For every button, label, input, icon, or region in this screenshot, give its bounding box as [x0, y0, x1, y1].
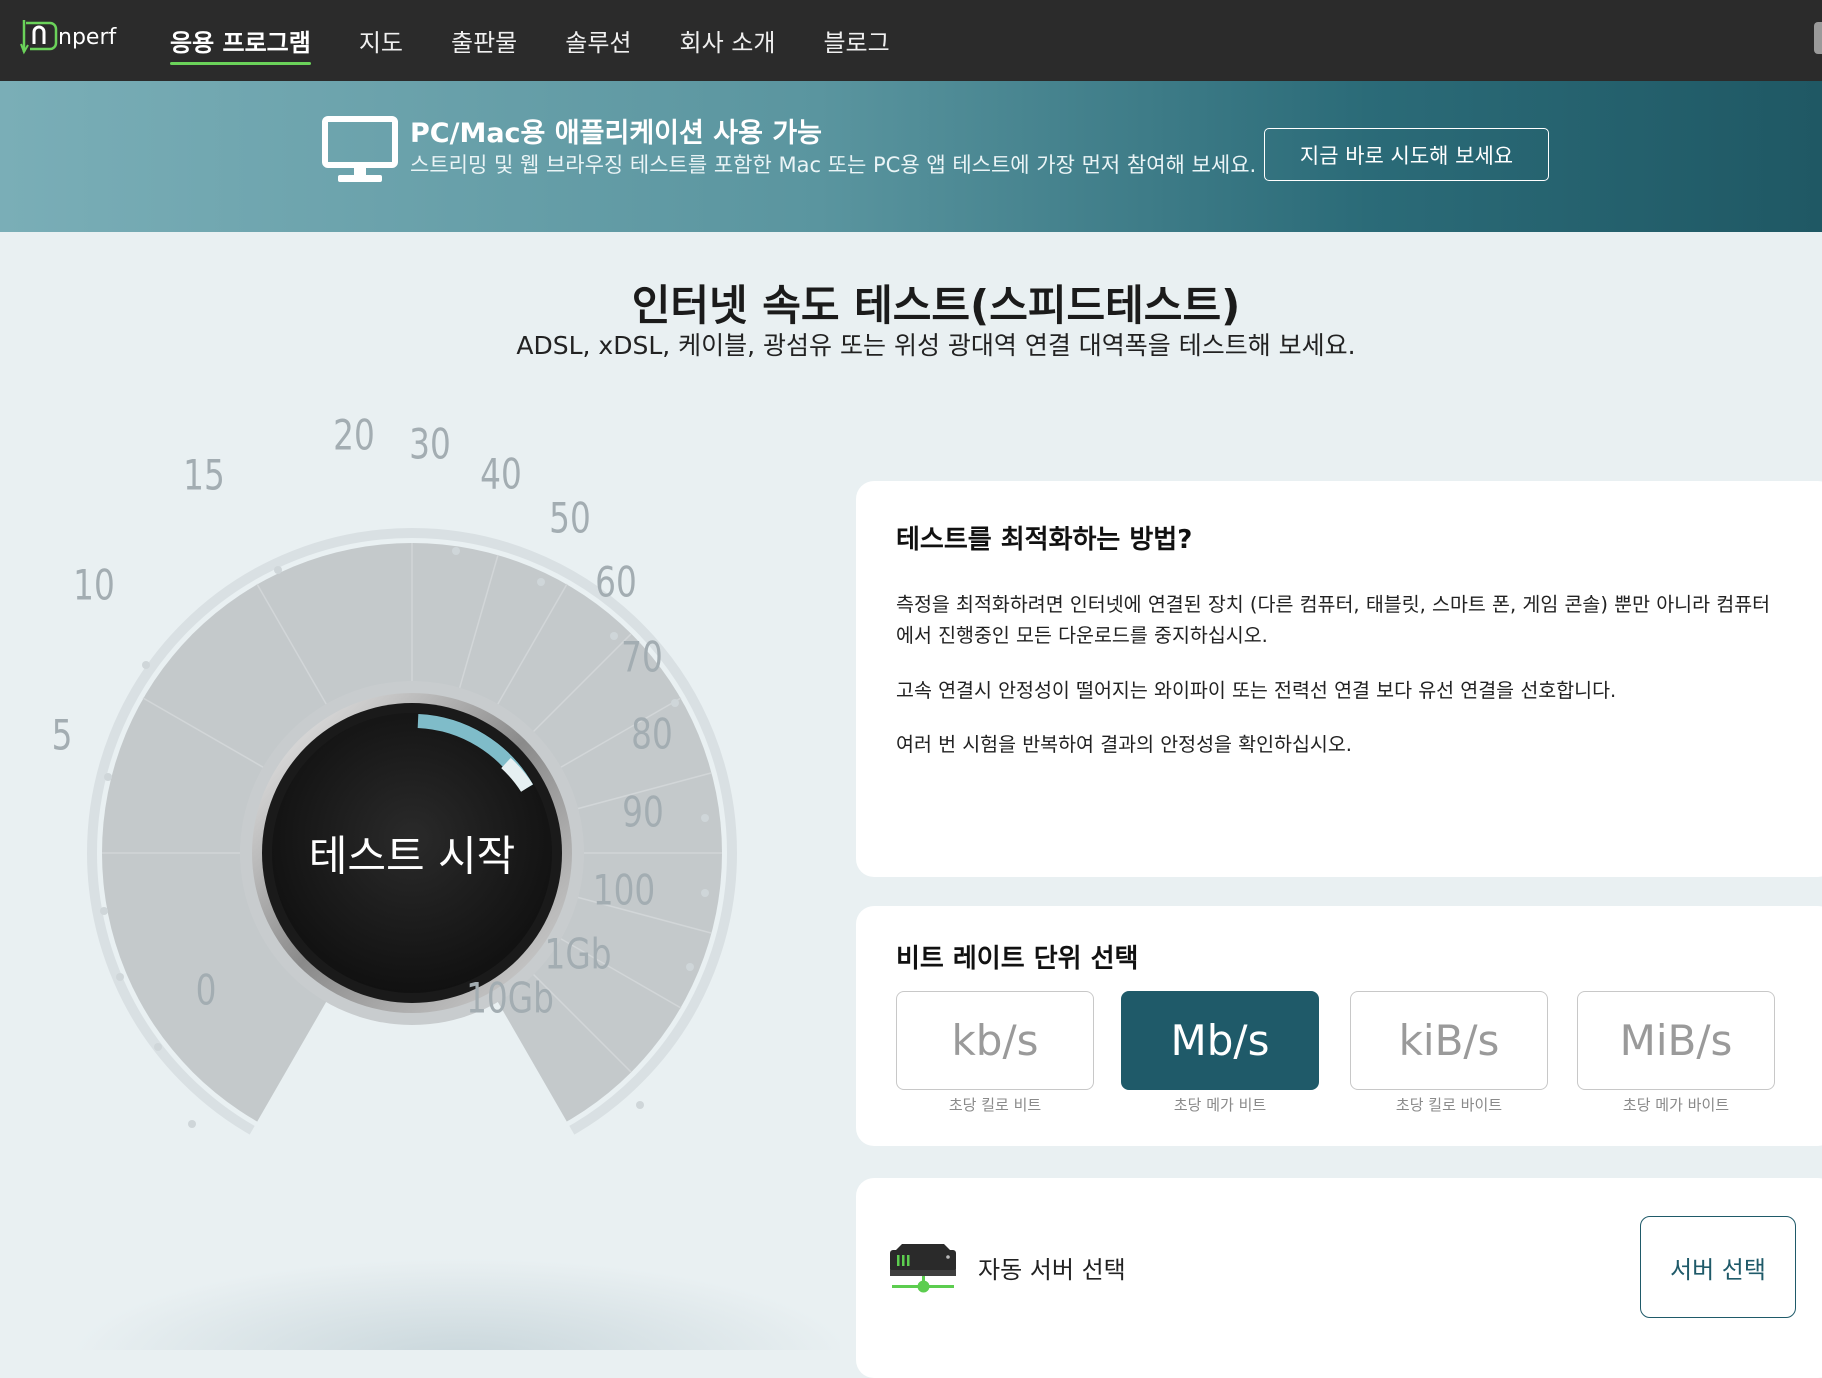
unit-option-kibps[interactable]: kiB/s [1350, 991, 1548, 1090]
tick-label-0: 0 [195, 965, 217, 1015]
nperf-logo[interactable]: nperf [20, 16, 132, 56]
bitrate-unit-card: 비트 레이트 단위 선택 kb/s 초당 킬로 비트 Mb/s 초당 메가 비트… [856, 906, 1822, 1146]
unit-caption-kibps: 초당 킬로 바이트 [1395, 1096, 1503, 1114]
top-navigation: nperf 응용 프로그램 지도 출판물 솔루션 회사 소개 블로그 [0, 0, 1822, 81]
unit-option-mbps[interactable]: Mb/s [1121, 991, 1319, 1090]
tick-label-1gb: 1Gb [544, 929, 612, 979]
tick-label-60: 60 [595, 557, 637, 607]
server-icon [890, 1244, 956, 1293]
tip-item: 측정을 최적화하려면 인터넷에 연결된 장치 (다른 컴퓨터, 태블릿, 스마트… [896, 593, 1771, 647]
speed-gauge: 0 5 10 15 20 30 40 50 60 70 80 90 100 1G… [40, 411, 800, 1235]
nav-item-map[interactable]: 지도 [359, 0, 403, 81]
nav-edge-control[interactable] [1814, 22, 1822, 54]
tick-label-15: 15 [183, 450, 225, 500]
nav-item-solutions[interactable]: 솔루션 [565, 0, 631, 81]
auto-server-label: 자동 서버 선택 [978, 1256, 1126, 1284]
unit-option-mibps[interactable]: MiB/s [1577, 991, 1775, 1090]
tick-label-90: 90 [622, 787, 664, 837]
unit-caption-kbps: 초당 킬로 비트 [948, 1096, 1042, 1114]
banner-title: PC/Mac용 애플리케이션 사용 가능 [410, 118, 822, 149]
page-subtitle: ADSL, xDSL, 케이블, 광섬유 또는 위성 광대역 연결 대역폭을 테… [516, 331, 1356, 360]
page-title: 인터넷 속도 테스트(스피드테스트) [631, 281, 1241, 330]
nav-item-blog[interactable]: 블로그 [823, 0, 889, 81]
banner-subtitle: 스트리밍 및 웹 브라우징 테스트를 포함한 Mac 또는 PC용 앱 테스트에… [410, 153, 1257, 177]
app-promo-banner: PC/Mac용 애플리케이션 사용 가능 스트리밍 및 웹 브라우징 테스트를 … [0, 81, 1822, 232]
tick-label-100: 100 [592, 865, 656, 915]
nav-menu: 응용 프로그램 지도 출판물 솔루션 회사 소개 블로그 [170, 0, 938, 81]
start-test-label[interactable]: 테스트 시작 [309, 823, 516, 884]
select-server-button[interactable]: 서버 선택 [1640, 1216, 1796, 1318]
tip-item: 고속 연결시 안정성이 떨어지는 와이파이 또는 전력선 연결 보다 유선 연결… [896, 679, 1617, 702]
monitor-icon [322, 116, 398, 182]
bottom-shade [0, 1240, 840, 1350]
tick-label-10: 10 [73, 560, 115, 610]
nav-item-applications[interactable]: 응용 프로그램 [170, 0, 311, 81]
tick-label-40: 40 [480, 449, 522, 499]
try-now-button[interactable]: 지금 바로 시도해 보세요 [1264, 128, 1549, 181]
optimization-tips-card: 테스트를 최적화하는 방법? 측정을 최적화하려면 인터넷에 연결된 장치 (다… [856, 481, 1822, 877]
tick-label-30: 30 [409, 419, 451, 469]
tick-label-70: 70 [621, 632, 663, 682]
tick-label-5: 5 [51, 710, 73, 760]
logo-text: nperf [58, 25, 117, 50]
tips-title: 테스트를 최적화하는 방법? [896, 525, 1193, 555]
tick-label-20: 20 [333, 410, 375, 460]
unit-caption-mbps: 초당 메가 비트 [1173, 1096, 1267, 1114]
tick-label-50: 50 [549, 493, 591, 543]
nav-item-publications[interactable]: 출판물 [451, 0, 517, 81]
unit-option-kbps[interactable]: kb/s [896, 991, 1094, 1090]
nav-item-about[interactable]: 회사 소개 [680, 0, 776, 81]
server-select-card: 자동 서버 선택 서버 선택 [856, 1178, 1822, 1378]
unit-caption-mibps: 초당 메가 바이트 [1622, 1096, 1730, 1114]
units-title: 비트 레이트 단위 선택 [896, 944, 1139, 974]
tick-label-80: 80 [631, 709, 673, 759]
tip-item: 여러 번 시험을 반복하여 결과의 안정성을 확인하십시오. [896, 733, 1353, 756]
tick-label-10gb: 10Gb [466, 973, 554, 1023]
